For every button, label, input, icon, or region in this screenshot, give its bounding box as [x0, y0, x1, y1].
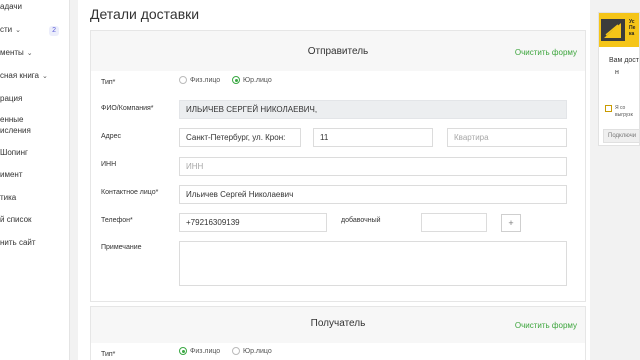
sender-card: Отправитель Очистить форму Тип* Физ.лицо… — [90, 30, 586, 302]
sidebar-item-label: тика — [0, 193, 17, 202]
sidebar-item-label: нить сайт — [0, 238, 36, 247]
sender-phone-field[interactable]: +79216309139 — [179, 213, 327, 232]
connect-button[interactable]: Подключи — [603, 129, 639, 143]
sidebar-item-label: рация — [0, 94, 23, 103]
sidebar-item[interactable]: сная книга ⌄ — [0, 71, 48, 80]
radio-label: Физ.лицо — [190, 76, 221, 84]
sender-type-legal-radio[interactable]: Юр.лицо — [232, 76, 272, 84]
brand-logo-icon — [601, 19, 625, 41]
sender-house-field[interactable]: 11 — [313, 128, 433, 147]
sidebar-item-label: сти — [0, 25, 13, 34]
sidebar-item[interactable]: тика — [0, 193, 16, 202]
sidebar-item[interactable]: енные — [0, 115, 23, 124]
radio-selected-icon — [232, 76, 240, 84]
sender-apartment-field[interactable]: Квартира — [447, 128, 567, 147]
chevron-down-icon: ⌄ — [42, 72, 48, 80]
sender-contact-field[interactable]: Ильичев Сергей Николаевич — [179, 185, 567, 204]
radio-selected-icon — [179, 347, 187, 355]
recipient-type-individual-radio[interactable]: Физ.лицо — [179, 347, 220, 355]
recipient-type-legal-radio[interactable]: Юр.лицо — [232, 347, 272, 355]
sender-name-field[interactable]: ИЛЬИЧЕВ СЕРГЕЙ НИКОЛАЕВИЧ, — [179, 100, 567, 119]
sidebar-badge: 2 — [49, 26, 59, 36]
sidebar-item-label: енные — [0, 115, 24, 124]
chevron-down-icon: ⌄ — [15, 26, 22, 34]
sender-note-label: Примечание — [101, 244, 142, 251]
sender-title: Отправитель — [307, 46, 369, 57]
sender-address-field[interactable]: Санкт-Петербург, ул. Крон: — [179, 128, 301, 147]
delivery-details: Детали доставки Отправитель Очистить фор… — [78, 0, 590, 360]
agree-checkbox[interactable] — [605, 105, 612, 112]
agree-label: выгрузк — [615, 112, 633, 118]
recipient-clear-form-link[interactable]: Очистить форму — [515, 321, 577, 330]
recipient-type-label: Тип* — [101, 351, 116, 358]
sidebar-item-label: исления — [0, 126, 31, 135]
sidebar-item[interactable]: менты ⌄ — [0, 48, 33, 57]
sender-clear-form-link[interactable]: Очистить форму — [515, 48, 577, 57]
sidebar-item[interactable]: имент — [0, 170, 23, 179]
radio-label: Юр.лицо — [243, 76, 272, 84]
sender-address-label: Адрес — [101, 133, 122, 140]
radio-label: Юр.лицо — [243, 347, 272, 355]
sidebar-item[interactable]: нить сайт — [0, 238, 36, 247]
sidebar-item-label: сная книга — [0, 71, 39, 80]
sidebar-item-label: менты — [0, 48, 24, 57]
chevron-down-icon: ⌄ — [26, 49, 33, 57]
radio-label: Физ.лицо — [190, 347, 221, 355]
sender-inn-field[interactable]: ИНН — [179, 157, 567, 176]
agree-label: Я со — [615, 105, 626, 111]
page-title: Детали доставки — [90, 6, 200, 22]
sidebar-item[interactable]: й список — [0, 215, 32, 224]
sidebar-item[interactable]: исления — [0, 126, 31, 135]
promo-text: Вам дост — [609, 57, 640, 64]
sidebar: адачи сти ⌄ 2 менты ⌄ сная книга ⌄ рация ен… — [0, 0, 70, 360]
sidebar-item[interactable]: рация — [0, 94, 22, 103]
sidebar-item-label: Шопинг — [0, 148, 28, 157]
recipient-card: Получатель Очистить форму Тип* Физ.лицо … — [90, 306, 586, 360]
promo-header: Ус Пе ка — [599, 13, 639, 47]
sender-note-textarea[interactable] — [179, 241, 567, 286]
radio-icon — [179, 76, 187, 84]
sidebar-item[interactable]: Шопинг — [0, 148, 28, 157]
promo-text: н — [615, 69, 619, 76]
radio-icon — [232, 347, 240, 355]
promo-header-text: Ус Пе ка — [629, 19, 636, 37]
sidebar-item-label: адачи — [0, 2, 23, 11]
sidebar-item-label: имент — [0, 170, 23, 179]
sender-inn-label: ИНН — [101, 161, 117, 168]
sender-contact-label: Контактное лицо* — [101, 189, 159, 196]
sender-phone-label: Телефон* — [101, 217, 133, 224]
add-phone-button[interactable]: + — [501, 214, 521, 232]
sender-extension-field[interactable] — [421, 213, 487, 232]
recipient-title: Получатель — [310, 318, 366, 329]
sidebar-item[interactable]: адачи — [0, 2, 22, 11]
sender-name-label: ФИО/Компания* — [101, 105, 154, 112]
sidebar-item-label: й список — [0, 215, 32, 224]
promo-panel: Ус Пе ка Вам дост н Я со выгрузк Подключ… — [598, 12, 640, 146]
sender-extension-label: добавочный — [341, 217, 381, 224]
sender-type-label: Тип* — [101, 79, 116, 86]
sender-type-individual-radio[interactable]: Физ.лицо — [179, 76, 220, 84]
sidebar-item[interactable]: сти ⌄ — [0, 25, 21, 34]
